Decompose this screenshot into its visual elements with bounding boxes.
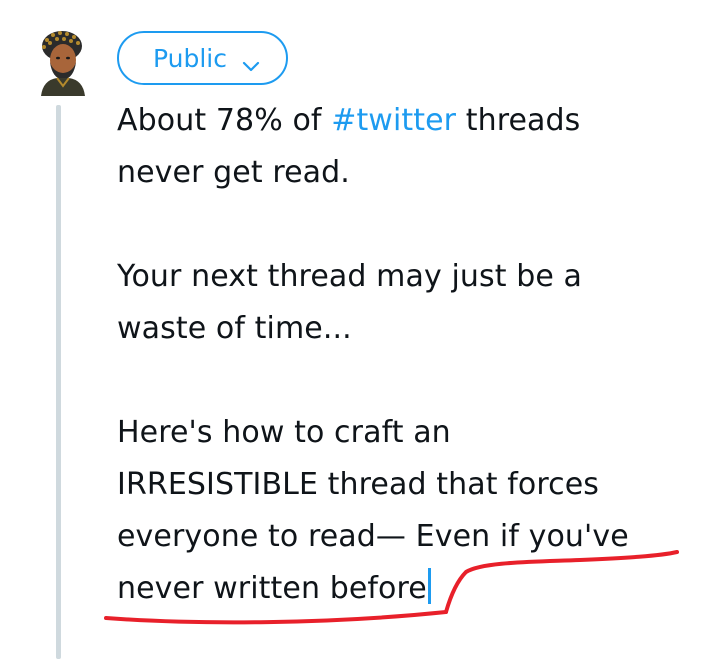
text-line: Here's how to craft an	[117, 415, 451, 450]
tweet-compose-textarea[interactable]: About 78% of #twitter threads never get …	[117, 95, 707, 615]
chevron-down-icon	[241, 51, 261, 72]
text-line: never written before	[117, 563, 707, 615]
text-line: everyone to read— Even if you've	[117, 519, 629, 554]
text-segment: About 78% of	[117, 103, 332, 138]
text-segment: threads	[456, 103, 581, 138]
audience-selector-button[interactable]: Public	[117, 31, 288, 85]
avatar[interactable]	[33, 28, 91, 96]
text-line: About 78% of #twitter threads	[117, 95, 707, 147]
text-line: IRRESISTIBLE thread that forces	[117, 467, 599, 502]
hashtag-link[interactable]: #twitter	[331, 103, 456, 138]
text-segment: never written before	[117, 571, 427, 606]
text-line: waste of time...	[117, 311, 352, 346]
audience-label: Public	[153, 43, 227, 73]
text-caret	[427, 568, 431, 604]
text-line: Your next thread may just be a	[117, 259, 583, 294]
thread-connector	[56, 105, 61, 659]
text-line: never get read.	[117, 155, 350, 190]
